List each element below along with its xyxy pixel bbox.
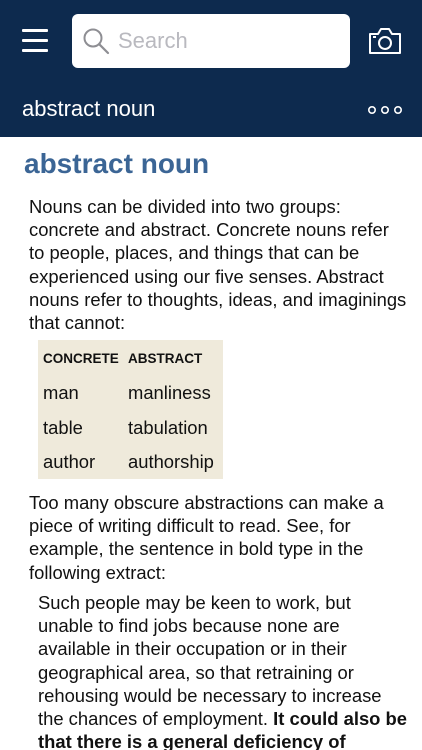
entry-content: abstract noun Nouns can be divided into … — [0, 137, 422, 750]
page-title: abstract noun — [22, 96, 156, 121]
table-cell: man — [43, 382, 79, 404]
column-header-concrete: CONCRETE — [43, 350, 119, 366]
search-box[interactable] — [72, 14, 350, 68]
entry-headword: abstract noun — [24, 148, 210, 179]
title-bar: abstract noun — [0, 82, 422, 137]
table-cell: tabulation — [128, 416, 208, 438]
examples-table: CONCRETE ABSTRACT man manliness table ta… — [38, 340, 223, 479]
camera-icon[interactable] — [368, 26, 402, 56]
top-app-bar — [0, 0, 422, 82]
table-cell: author — [43, 451, 96, 473]
table-header-row: CONCRETE ABSTRACT — [38, 340, 214, 376]
entry-intro: Nouns can be divided into two groups: co… — [29, 196, 407, 334]
table-row: man manliness — [38, 376, 214, 411]
table-row: author authorship — [38, 445, 214, 480]
more-icon[interactable] — [366, 100, 404, 120]
table-cell: manliness — [128, 382, 211, 404]
menu-button[interactable] — [22, 29, 48, 53]
search-input[interactable] — [118, 22, 338, 60]
table-row: table tabulation — [38, 411, 214, 446]
column-header-abstract: ABSTRACT — [128, 350, 203, 366]
search-icon — [83, 28, 110, 55]
entry-extract: Such people may be keen to work, but una… — [38, 591, 408, 750]
table-cell: authorship — [128, 451, 214, 473]
entry-paragraph: Too many obscure abstractions can make a… — [29, 492, 384, 583]
table-cell: table — [43, 416, 83, 438]
